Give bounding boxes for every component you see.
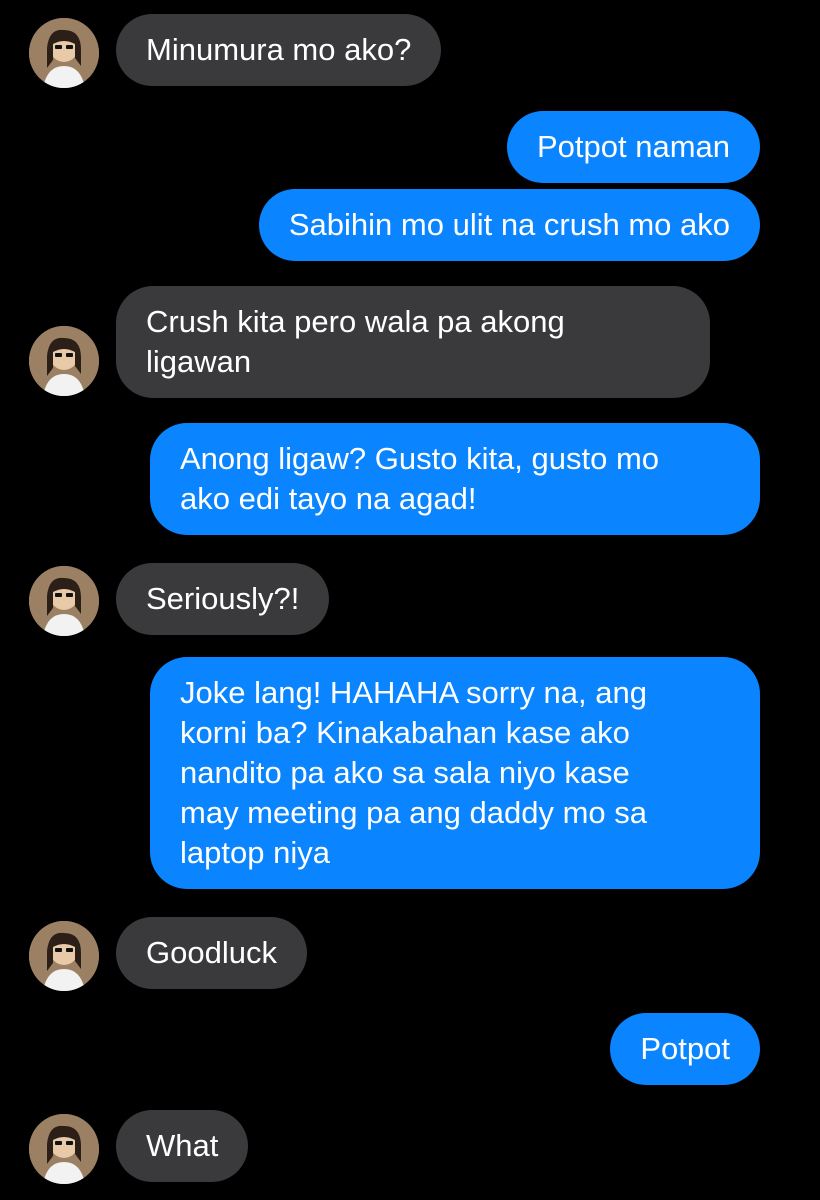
incoming-message-bubble[interactable]: Seriously?! <box>116 563 330 635</box>
incoming-message-bubble[interactable]: Minumura mo ako? <box>116 14 442 86</box>
contact-avatar-icon[interactable] <box>29 326 99 396</box>
contact-avatar-icon[interactable] <box>29 18 99 88</box>
outgoing-message-bubble[interactable]: Potpot naman <box>506 111 760 183</box>
incoming-message-bubble[interactable]: Crush kita pero wala pa akong ligawan <box>116 286 710 398</box>
contact-avatar-icon[interactable] <box>29 921 99 991</box>
outgoing-message-bubble[interactable]: Anong ligaw? Gusto kita, gusto mo ako ed… <box>150 423 760 535</box>
incoming-message-bubble[interactable]: What <box>116 1110 249 1182</box>
outgoing-message-bubble[interactable]: Potpot <box>610 1013 760 1085</box>
incoming-message-bubble[interactable]: Goodluck <box>116 917 307 989</box>
outgoing-message-bubble[interactable]: Joke lang! HAHAHA sorry na, ang korni ba… <box>150 657 760 889</box>
contact-avatar-icon[interactable] <box>29 566 99 636</box>
contact-avatar-icon[interactable] <box>29 1114 99 1184</box>
outgoing-message-bubble[interactable]: Sabihin mo ulit na crush mo ako <box>258 189 760 261</box>
message-thread: Minumura mo ako? Potpot naman Sabihin mo… <box>0 0 820 1200</box>
